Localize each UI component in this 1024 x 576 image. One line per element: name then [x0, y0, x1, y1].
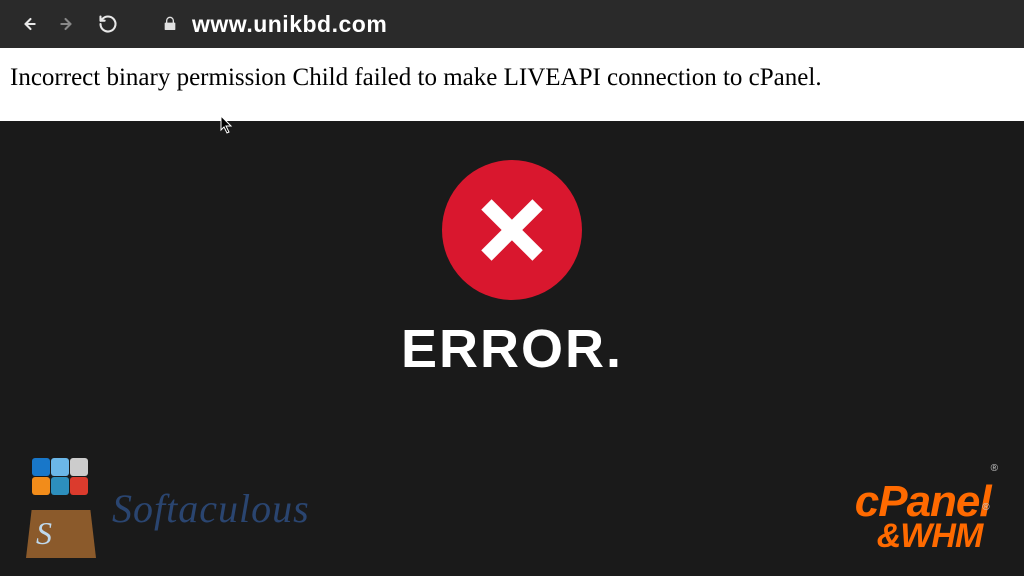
lock-icon [162, 16, 178, 32]
softaculous-wordmark: Softaculous [112, 485, 310, 532]
cpanel-wordmark: cPanel [855, 482, 991, 522]
address-bar[interactable]: www.unikbd.com [162, 11, 387, 38]
error-circle-icon [442, 160, 582, 300]
reload-button[interactable] [98, 14, 118, 34]
forward-button[interactable] [58, 14, 78, 34]
browser-toolbar: www.unikbd.com [0, 0, 1024, 48]
error-message-panel: Incorrect binary permission Child failed… [0, 48, 1024, 121]
nav-icons-group [18, 14, 118, 34]
cursor-icon [220, 115, 234, 135]
softaculous-logo: S Softaculous [18, 458, 310, 558]
whm-wordmark: &WHM [877, 521, 983, 552]
softaculous-bag-icon: S [18, 458, 104, 558]
registered-icon: ® [982, 503, 989, 512]
back-button[interactable] [18, 14, 38, 34]
error-badge-block: ERROR. [401, 160, 623, 380]
error-label: ERROR. [401, 318, 623, 380]
error-message-text: Incorrect binary permission Child failed… [10, 62, 1014, 95]
url-text: www.unikbd.com [192, 11, 387, 38]
registered-icon: ® [991, 464, 998, 473]
cpanel-whm-logo: cPanel ® &WHM ® [855, 482, 998, 552]
